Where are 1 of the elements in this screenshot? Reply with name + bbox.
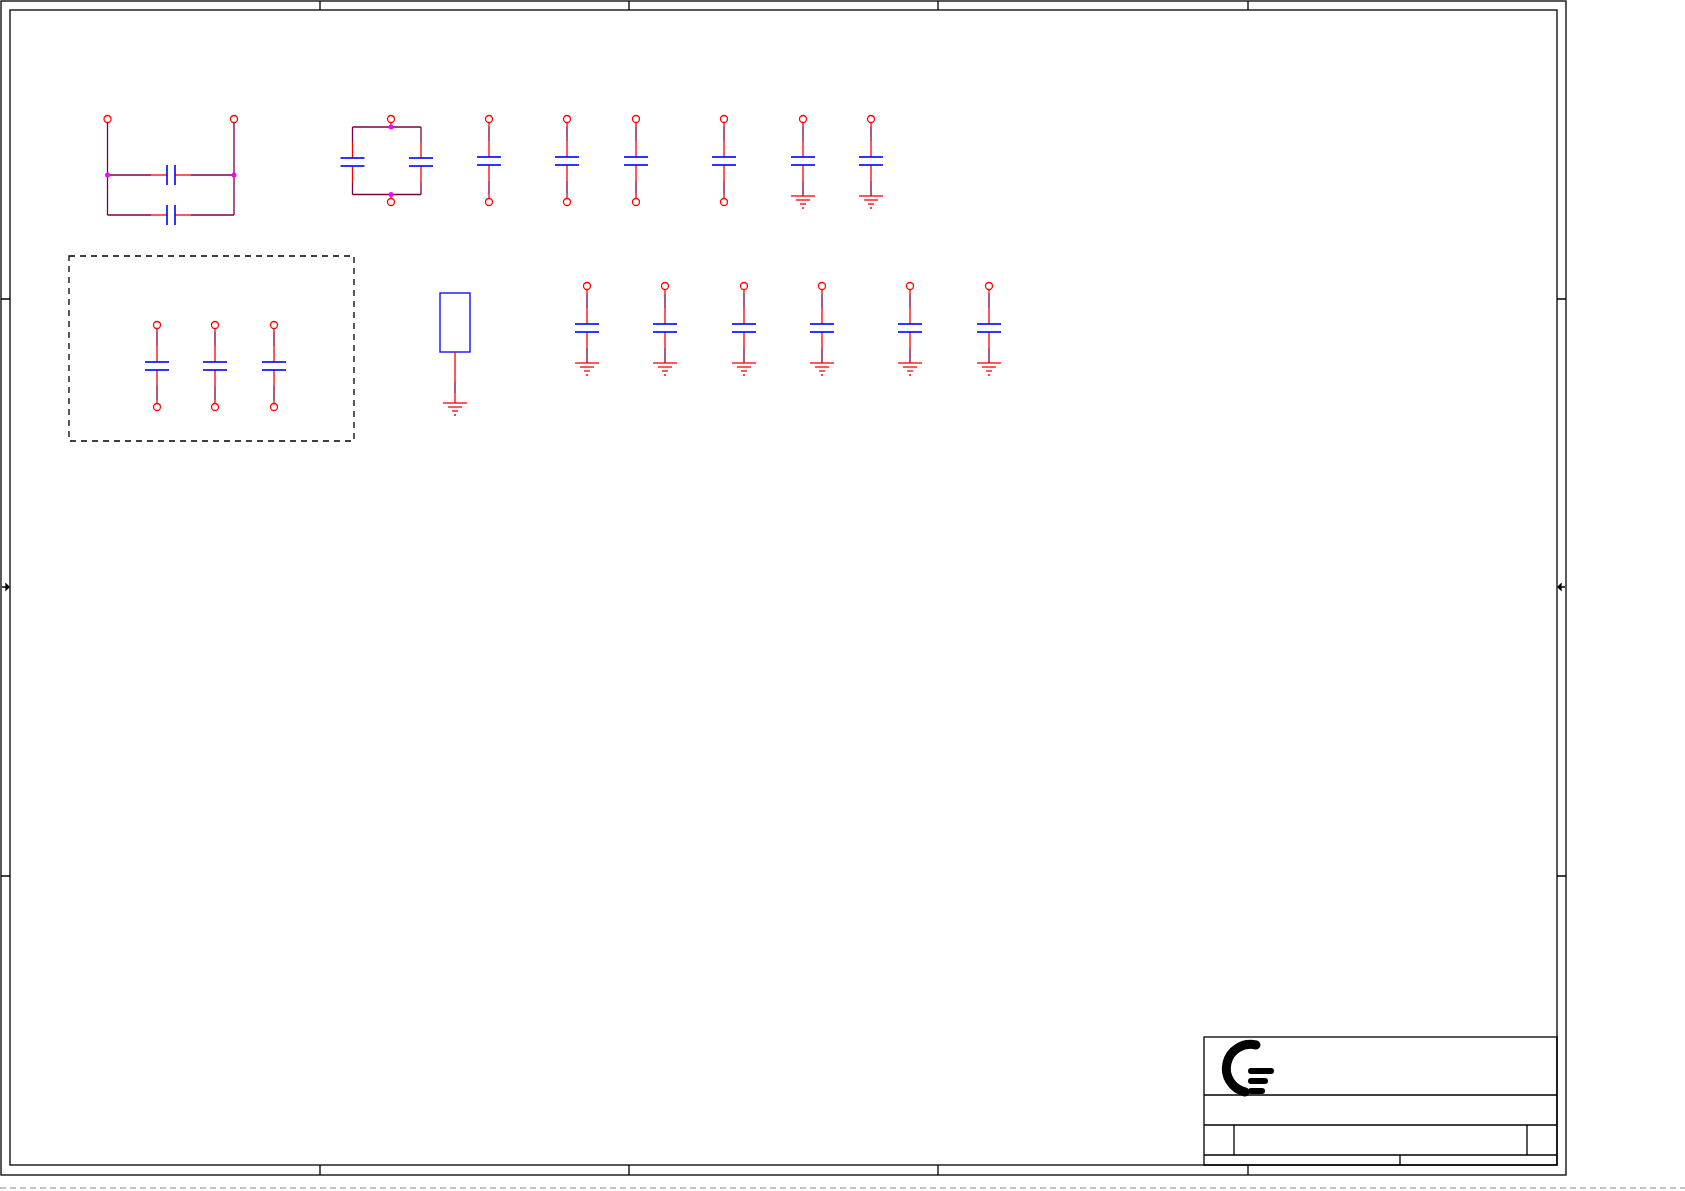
logo-icon xyxy=(1221,1039,1274,1097)
